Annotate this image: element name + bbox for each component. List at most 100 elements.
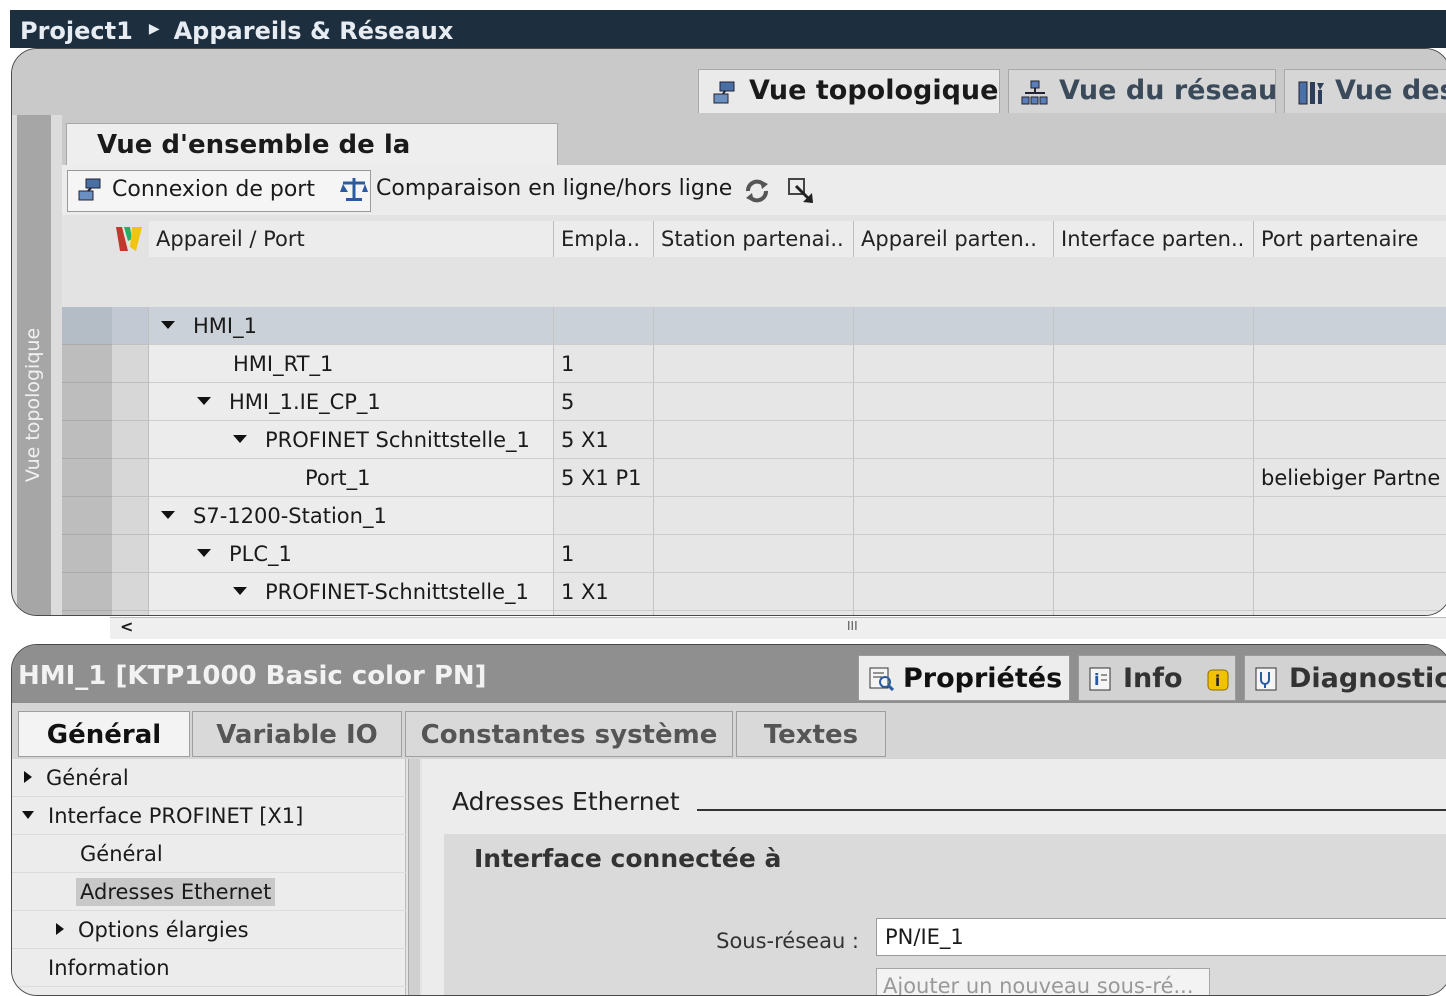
- cell-partner-port[interactable]: [1254, 307, 1446, 345]
- cell-device-port[interactable]: HMI_RT_1: [149, 345, 554, 383]
- cell-partner-station[interactable]: [654, 307, 854, 345]
- cell-partner-device[interactable]: [854, 535, 1054, 573]
- cell-device-port[interactable]: PROFINET Schnittstelle_1: [149, 421, 554, 459]
- tab-properties[interactable]: Propriétés: [858, 655, 1070, 701]
- cell-partner-device[interactable]: [854, 611, 1054, 615]
- expand-arrow-icon[interactable]: [24, 771, 32, 783]
- table-row[interactable]: HMI_1: [62, 307, 1446, 345]
- nav-item-ethernet-addresses[interactable]: Adresses Ethernet: [12, 873, 406, 911]
- table-row[interactable]: PROFINET Schnittstelle_1 5 X1: [62, 421, 1446, 459]
- cell-partner-port[interactable]: [1254, 497, 1446, 535]
- col-header-partner-interface[interactable]: Interface parten..: [1054, 221, 1254, 257]
- cell-partner-device[interactable]: [854, 459, 1054, 497]
- cell-device-port[interactable]: Port_1: [149, 611, 554, 615]
- cell-partner-interface[interactable]: [1054, 611, 1254, 615]
- cell-slot[interactable]: [554, 497, 654, 535]
- cell-partner-station[interactable]: [654, 383, 854, 421]
- scroll-thumb-grip[interactable]: III: [847, 619, 858, 633]
- expand-arrow-icon[interactable]: [56, 923, 64, 935]
- cell-partner-station[interactable]: [654, 345, 854, 383]
- cell-slot[interactable]: 1 X1: [554, 573, 654, 611]
- tab-device-view[interactable]: Vue des: [1284, 69, 1446, 113]
- tab-topology-overview[interactable]: Vue d'ensemble de la topologie: [66, 123, 558, 202]
- online-offline-compare-button[interactable]: Comparaison en ligne/hors ligne: [332, 170, 784, 210]
- cell-partner-station[interactable]: [654, 535, 854, 573]
- cell-device-port[interactable]: PROFINET-Schnittstelle_1: [149, 573, 554, 611]
- cell-device-port[interactable]: PLC_1: [149, 535, 554, 573]
- subtab-general[interactable]: Général: [18, 711, 190, 757]
- col-header-partner-station[interactable]: Station partenai..: [654, 221, 854, 257]
- filter-icon[interactable]: [114, 225, 144, 253]
- cell-partner-device[interactable]: [854, 497, 1054, 535]
- nav-item-profinet-interface[interactable]: Interface PROFINET [X1]: [12, 797, 406, 835]
- table-row[interactable]: PROFINET-Schnittstelle_1 1 X1: [62, 573, 1446, 611]
- table-row[interactable]: HMI_RT_1 1: [62, 345, 1446, 383]
- cell-slot[interactable]: 1 X1 P1: [554, 611, 654, 615]
- cell-slot[interactable]: [554, 307, 654, 345]
- nav-item-information[interactable]: Information: [12, 949, 406, 987]
- subtab-system-constants[interactable]: Constantes système: [405, 711, 733, 757]
- cell-partner-port[interactable]: beliebiger Partne: [1254, 459, 1446, 497]
- cell-partner-interface[interactable]: [1054, 459, 1254, 497]
- cell-device-port[interactable]: S7-1200-Station_1: [149, 497, 554, 535]
- cell-slot[interactable]: 5: [554, 383, 654, 421]
- subnet-select[interactable]: PN/IE_1: [876, 918, 1446, 956]
- collapse-arrow-icon[interactable]: [197, 397, 211, 405]
- cell-partner-interface[interactable]: [1054, 535, 1254, 573]
- tab-diagnostic[interactable]: Diagnostic: [1244, 655, 1446, 701]
- cell-device-port[interactable]: HMI_1: [149, 307, 554, 345]
- breadcrumb-section[interactable]: Appareils & Réseaux: [174, 17, 454, 45]
- collapse-arrow-icon[interactable]: [161, 511, 175, 519]
- cell-partner-device[interactable]: [854, 421, 1054, 459]
- table-row[interactable]: Port_11 X1 P1 beliebiger Partne: [62, 611, 1446, 615]
- cell-slot[interactable]: 1: [554, 535, 654, 573]
- collapse-arrow-icon[interactable]: [233, 435, 247, 443]
- cell-device-port[interactable]: HMI_1.IE_CP_1: [149, 383, 554, 421]
- nav-item-advanced-options[interactable]: Options élargies: [12, 911, 406, 949]
- collapse-arrow-icon[interactable]: [197, 549, 211, 557]
- cell-partner-station[interactable]: [654, 611, 854, 615]
- tab-topology-view[interactable]: Vue topologique: [698, 69, 1000, 113]
- cell-partner-station[interactable]: [654, 573, 854, 611]
- add-subnet-button[interactable]: Ajouter un nouveau sous-ré...: [876, 968, 1210, 995]
- port-connection-button[interactable]: Connexion de port: [67, 170, 371, 212]
- cell-partner-port[interactable]: [1254, 383, 1446, 421]
- nav-item-interface-general[interactable]: Général: [12, 835, 406, 873]
- cell-partner-interface[interactable]: [1054, 307, 1254, 345]
- cell-partner-device[interactable]: [854, 383, 1054, 421]
- cell-partner-device[interactable]: [854, 307, 1054, 345]
- col-header-device-port[interactable]: Appareil / Port: [149, 221, 554, 257]
- table-row[interactable]: Port_1 5 X1 P1 beliebiger Partne: [62, 459, 1446, 497]
- cell-partner-port[interactable]: [1254, 573, 1446, 611]
- cell-partner-interface[interactable]: [1054, 345, 1254, 383]
- cell-partner-interface[interactable]: [1054, 497, 1254, 535]
- collapse-arrow-icon[interactable]: [22, 811, 34, 819]
- collapse-arrow-icon[interactable]: [233, 587, 247, 595]
- cell-partner-device[interactable]: [854, 573, 1054, 611]
- col-header-partner-port[interactable]: Port partenaire: [1254, 221, 1446, 257]
- horizontal-scrollbar[interactable]: < III: [110, 617, 1446, 639]
- cell-partner-port[interactable]: beliebiger Partne: [1254, 611, 1446, 615]
- cell-partner-port[interactable]: [1254, 421, 1446, 459]
- cell-partner-port[interactable]: [1254, 345, 1446, 383]
- cell-partner-station[interactable]: [654, 459, 854, 497]
- subtab-texts[interactable]: Textes: [736, 711, 886, 757]
- cell-partner-interface[interactable]: [1054, 573, 1254, 611]
- cell-partner-device[interactable]: [854, 345, 1054, 383]
- collapse-arrow-icon[interactable]: [161, 321, 175, 329]
- cell-slot[interactable]: 5 X1 P1: [554, 459, 654, 497]
- table-row[interactable]: S7-1200-Station_1: [62, 497, 1446, 535]
- col-header-partner-device[interactable]: Appareil parten..: [854, 221, 1054, 257]
- nav-item-general[interactable]: Général: [12, 759, 406, 797]
- table-row[interactable]: PLC_1 1: [62, 535, 1446, 573]
- cell-slot[interactable]: 5 X1: [554, 421, 654, 459]
- cell-device-port[interactable]: Port_1: [149, 459, 554, 497]
- nav-tree-scrollbar[interactable]: [408, 759, 420, 995]
- cell-slot[interactable]: 1: [554, 345, 654, 383]
- topology-side-panel[interactable]: Vue topologique: [17, 115, 51, 615]
- tab-info[interactable]: i Info i: [1078, 655, 1236, 701]
- cell-partner-port[interactable]: [1254, 535, 1446, 573]
- refresh-icon[interactable]: [742, 176, 772, 206]
- tab-network-view[interactable]: Vue du réseau: [1008, 69, 1276, 113]
- cell-partner-interface[interactable]: [1054, 383, 1254, 421]
